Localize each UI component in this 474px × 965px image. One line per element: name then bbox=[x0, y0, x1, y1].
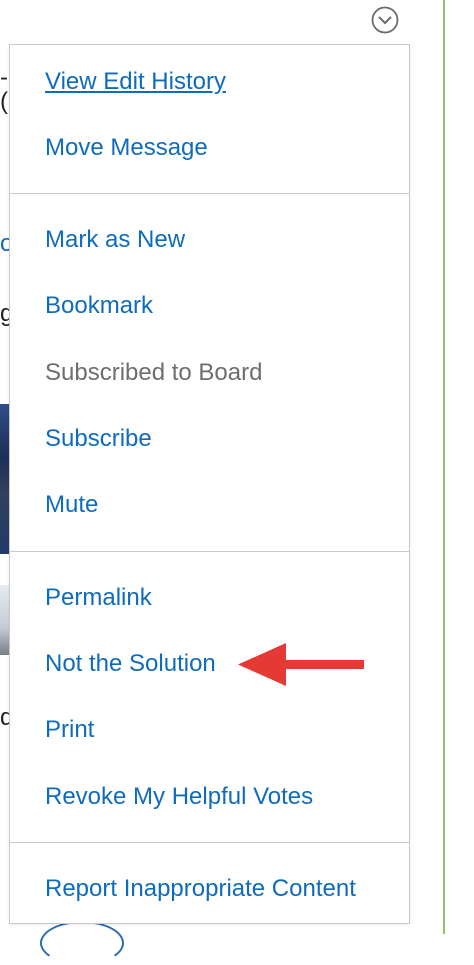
menu-divider bbox=[10, 842, 409, 843]
annotation-arrow-icon bbox=[238, 643, 364, 686]
menu-item-view-edit-history[interactable]: View Edit History bbox=[45, 67, 226, 97]
menu-item-move-message[interactable]: Move Message bbox=[45, 133, 208, 163]
menu-divider bbox=[10, 551, 409, 552]
background-button-edge bbox=[40, 921, 124, 965]
menu-divider bbox=[10, 193, 409, 194]
menu-item-mark-as-new[interactable]: Mark as New bbox=[45, 225, 185, 255]
menu-item-print[interactable]: Print bbox=[45, 715, 94, 745]
menu-item-revoke-helpful-votes[interactable]: Revoke My Helpful Votes bbox=[45, 782, 313, 812]
menu-item-permalink[interactable]: Permalink bbox=[45, 583, 152, 613]
menu-item-report-inappropriate-content[interactable]: Report Inappropriate Content bbox=[45, 874, 356, 904]
menu-item-subscribe[interactable]: Subscribe bbox=[45, 424, 152, 454]
menu-item-not-the-solution[interactable]: Not the Solution bbox=[45, 649, 216, 679]
menu-item-mute[interactable]: Mute bbox=[45, 490, 98, 520]
menu-item-bookmark[interactable]: Bookmark bbox=[45, 291, 153, 321]
chevron-down-circle-icon bbox=[371, 6, 399, 34]
options-dropdown-menu: View Edit History Move Message Mark as N… bbox=[9, 44, 410, 924]
options-menu-toggle[interactable] bbox=[371, 6, 399, 34]
menu-item-subscribed-to-board: Subscribed to Board bbox=[45, 359, 263, 386]
page-accent-rule bbox=[443, 0, 445, 934]
